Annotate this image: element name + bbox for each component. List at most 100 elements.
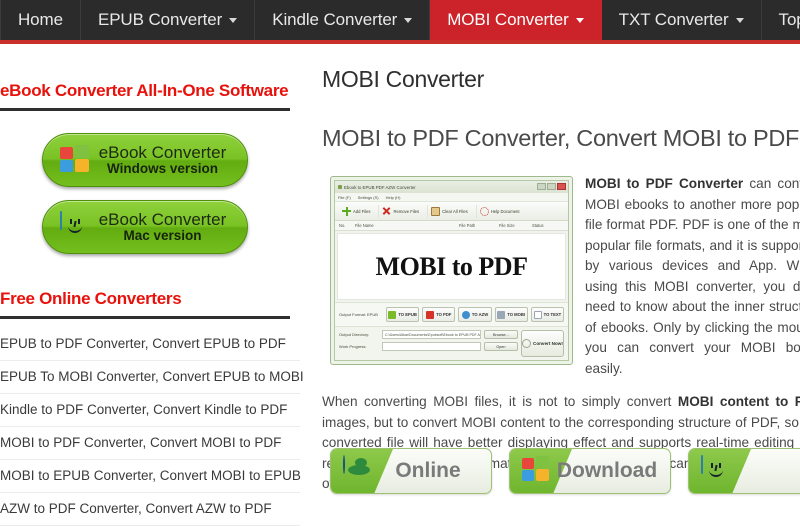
- app-screenshot-image[interactable]: Ebook to EPUB PDF AZW Converter File (F)…: [330, 176, 573, 365]
- mobi-icon: [497, 310, 506, 319]
- app-window: Ebook to EPUB PDF AZW Converter File (F)…: [334, 180, 569, 361]
- app-menu-bar: File (F) Settings (S) Help (H): [335, 193, 568, 202]
- sidebar-heading-online: Free Online Converters: [0, 289, 182, 308]
- output-format-row: Output Format: EPUB TO EPUB TO PDF TO AZ…: [335, 302, 568, 326]
- help-circle-icon: [479, 206, 489, 216]
- menu-item-help: Help (H): [385, 194, 401, 200]
- open-button: Open: [483, 342, 518, 351]
- pdf-icon: [426, 310, 435, 319]
- article-title: MOBI to PDF Converter, Convert MOBI to P…: [322, 125, 800, 151]
- paragraph-2-pre: When converting MOBI files, it is not to…: [322, 394, 678, 409]
- work-progress-row: Work Progress: Open: [339, 342, 518, 351]
- help-document-button: Help Document: [475, 204, 523, 218]
- list-item[interactable]: AZW to PDF Converter, Convert AZW to PDF: [0, 493, 300, 526]
- chevron-down-icon: [575, 17, 584, 23]
- to-text-button: TO TEXT: [530, 307, 565, 322]
- plus-icon: [342, 206, 351, 216]
- sidebar-download-buttons: eBook Converter Windows version eBook Co…: [0, 111, 300, 267]
- to-pdf-button: TO PDF: [422, 307, 456, 322]
- output-directory-field: C:\Users\Alkar\Documents\Epubsoft\Ebook …: [382, 330, 481, 339]
- nav-item-label: EPUB Converter: [97, 10, 223, 29]
- nav-item-kindle-converter[interactable]: Kindle Converter: [255, 0, 431, 40]
- download-button-title: eBook Converter: [98, 142, 227, 162]
- output-format-label: Output Format: EPUB: [339, 312, 378, 317]
- windows-flag-icon: [60, 145, 90, 175]
- column-header: File Name: [355, 223, 374, 228]
- chevron-down-icon: [229, 17, 238, 23]
- output-directory-label: Output Directory:: [339, 332, 370, 337]
- nav-item-home[interactable]: Home: [0, 0, 81, 40]
- watermark-text: MOBI to PDF: [375, 251, 528, 281]
- nav-item-epub-converter[interactable]: EPUB Converter: [81, 0, 256, 40]
- app-title-bar: Ebook to EPUB PDF AZW Converter: [335, 181, 568, 193]
- convert-label: Convert Now!: [533, 341, 563, 346]
- nav-item-mobi-converter[interactable]: MOBI Converter: [430, 0, 602, 40]
- nav-item-label: Kindle Converter: [272, 10, 398, 29]
- nav-item-top-softwares[interactable]: Top Softwares: [762, 0, 800, 40]
- format-label: TO MOBI: [507, 312, 526, 317]
- txt-icon: [533, 310, 542, 319]
- toolbar-label: Clear All Files: [442, 208, 468, 214]
- nav-item-label: Home: [18, 10, 63, 29]
- nav-item-txt-converter[interactable]: TXT Converter: [602, 0, 762, 40]
- paragraph-2-bold: MOBI content to PDF: [677, 394, 800, 409]
- format-label: TO TEXT: [543, 312, 562, 317]
- download-button-subtitle: Windows version: [107, 160, 218, 176]
- azw-icon: [461, 310, 470, 319]
- toolbar-label: Add Files: [353, 208, 371, 214]
- download-button[interactable]: Download: [509, 448, 671, 494]
- browse-button: Browse...: [483, 330, 518, 339]
- windows-flag-icon: [522, 456, 552, 486]
- sidebar-link-list: EPUB to PDF Converter, Convert EPUB to P…: [0, 319, 304, 526]
- file-list-area: MOBI to PDF: [337, 233, 566, 300]
- action-buttons: Online Download: [330, 448, 800, 494]
- app-bottom-panel: Output Directory: C:\Users\Alkar\Documen…: [335, 326, 568, 360]
- convert-now-button: Convert Now!: [520, 330, 564, 357]
- column-header: Status: [532, 223, 544, 228]
- mac-download-button[interactable]: [688, 448, 800, 494]
- window-controls: [537, 183, 566, 190]
- menu-item-settings: Settings (S): [357, 194, 379, 200]
- remove-x-icon: [382, 207, 391, 216]
- remove-files-button: Remove Files: [378, 204, 422, 218]
- page-body: eBook Converter All-In-One Software eBoo…: [0, 48, 800, 526]
- nav-item-label: Top Softwares: [778, 10, 800, 29]
- download-button-labels: eBook Converter Windows version: [90, 144, 247, 176]
- app-bottom-left: Output Directory: C:\Users\Alkar\Documen…: [339, 330, 518, 357]
- list-item[interactable]: EPUB to PDF Converter, Convert EPUB to P…: [0, 328, 300, 361]
- app-icon: [338, 185, 342, 189]
- close-icon: [557, 183, 566, 190]
- toolbar-label: Help Document: [490, 208, 520, 214]
- download-button-subtitle: Mac version: [123, 227, 202, 243]
- column-header: No.: [339, 223, 346, 228]
- format-label: TO AZW: [471, 312, 489, 317]
- nav-item-label: TXT Converter: [618, 10, 729, 29]
- sidebar: eBook Converter All-In-One Software eBoo…: [0, 48, 304, 526]
- list-item[interactable]: MOBI to EPUB Converter, Convert MOBI to …: [0, 460, 301, 493]
- list-item[interactable]: Kindle to PDF Converter, Convert Kindle …: [0, 394, 300, 427]
- chevron-down-icon: [404, 17, 413, 23]
- list-item[interactable]: MOBI to PDF Converter, Convert MOBI to P…: [0, 427, 300, 460]
- download-button-mac[interactable]: eBook Converter Mac version: [42, 200, 248, 254]
- paragraph-1-lead: MOBI to PDF Converter: [585, 176, 744, 191]
- sidebar-heading-software: eBook Converter All-In-One Software: [0, 81, 289, 100]
- online-button[interactable]: Online: [330, 448, 492, 494]
- minimize-icon: [537, 183, 546, 190]
- output-directory-row: Output Directory: C:\Users\Alkar\Documen…: [339, 330, 518, 339]
- mac-finder-icon: [701, 455, 731, 486]
- download-button-label: Download: [556, 459, 658, 482]
- to-mobi-button: TO MOBI: [494, 307, 528, 322]
- list-item[interactable]: EPUB To MOBI Converter, Convert EPUB to …: [0, 361, 304, 394]
- download-button-labels: eBook Converter Mac version: [90, 211, 247, 243]
- to-epub-button: TO EPUB: [386, 307, 420, 322]
- toolbar-label: Remove Files: [393, 208, 420, 214]
- to-azw-button: TO AZW: [458, 307, 492, 322]
- mac-finder-icon: [60, 211, 90, 242]
- column-header: File Path: [459, 223, 476, 228]
- app-window-title: Ebook to EPUB PDF AZW Converter: [344, 184, 416, 190]
- download-button-windows[interactable]: eBook Converter Windows version: [42, 133, 248, 187]
- work-progress-label: Work Progress:: [339, 344, 367, 349]
- online-button-label: Online: [395, 459, 461, 482]
- clear-all-files-button: Clear All Files: [427, 204, 471, 218]
- page-title: MOBI Converter: [322, 66, 484, 92]
